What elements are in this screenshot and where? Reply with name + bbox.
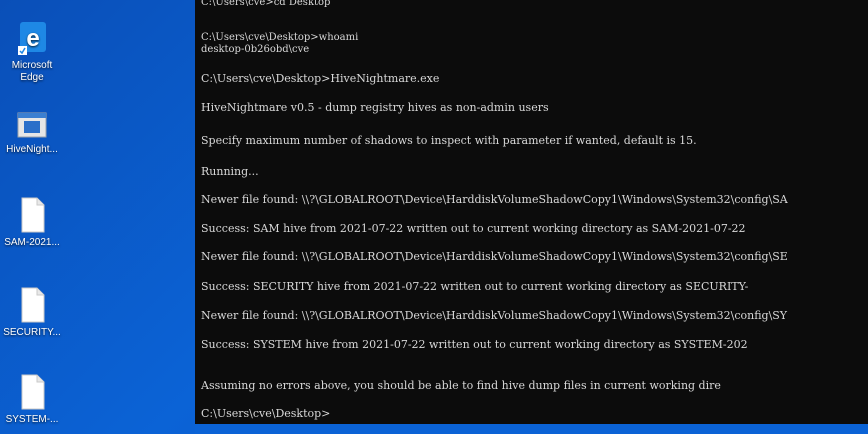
desktop: e Microsoft Edge HiveNight... SAM-2021..… [0,0,195,434]
desktop-icon-label: SYSTEM-... [5,414,59,425]
terminal-line: desktop-0b26obd\cve [201,44,310,55]
terminal-line: Success: SECURITY hive from 2021-07-22 w… [201,280,749,293]
terminal-line: Specify maximum number of shadows to ins… [201,134,697,147]
terminal-line: HiveNightmare v0.5 - dump registry hives… [201,101,549,114]
desktop-icon-label: HiveNight... [6,144,58,155]
desktop-icon-label: SAM-2021... [4,237,60,248]
edge-icon: e [18,22,46,55]
desktop-icon-system-file[interactable]: SYSTEM-... [0,372,64,426]
file-icon [21,287,45,323]
desktop-background-strip [195,424,868,434]
desktop-icon-security-file[interactable]: SECURITY... [0,285,64,339]
terminal-line: Success: SAM hive from 2021-07-22 writte… [201,222,746,235]
command-prompt-window[interactable]: C:\Users\cve>cd Desktop C:\Users\cve\Des… [195,0,868,424]
terminal-line: C:\Users\cve\Desktop>HiveNightmare.exe [201,72,440,85]
file-icon [21,374,45,410]
desktop-icon-microsoft-edge[interactable]: e Microsoft Edge [0,18,64,84]
terminal-line: Success: SYSTEM hive from 2021-07-22 wri… [201,338,748,351]
terminal-line: Newer file found: \\?\GLOBALROOT\Device\… [201,250,788,263]
desktop-icon-sam-file[interactable]: SAM-2021... [0,195,64,249]
terminal-line: C:\Users\cve>cd Desktop [201,0,331,8]
desktop-icon-label: Edge [20,72,44,83]
desktop-icon-label: SECURITY... [3,327,61,338]
desktop-icon-label: Microsoft [11,60,53,71]
file-icon [21,197,45,233]
terminal-line: Assuming no errors above, you should be … [201,379,721,392]
desktop-icon-hivenightmare[interactable]: HiveNight... [0,110,64,156]
terminal-line: C:\Users\cve\Desktop>whoami [201,32,359,43]
terminal-line: Newer file found: \\?\GLOBALROOT\Device\… [201,193,788,206]
app-window-icon [17,112,47,138]
svg-text:e: e [26,25,39,52]
terminal-prompt: C:\Users\cve\Desktop> [201,407,331,420]
terminal-line: Running... [201,165,259,178]
terminal-line: Newer file found: \\?\GLOBALROOT\Device\… [201,309,788,322]
